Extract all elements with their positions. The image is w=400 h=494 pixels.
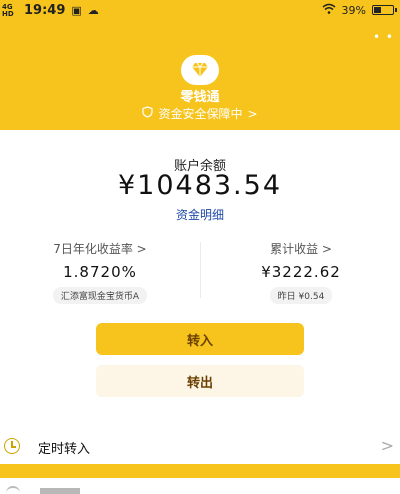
- safety-text: 资金安全保障中: [158, 107, 243, 121]
- transfer-in-button[interactable]: 转入: [96, 323, 304, 355]
- battery-percent: 39%: [341, 3, 366, 17]
- scheduled-transfer-label: 定时转入: [38, 442, 91, 457]
- stat-divider: [200, 242, 201, 298]
- chevron-right-icon: >: [380, 436, 394, 455]
- next-row: [0, 478, 400, 494]
- diamond-icon: [181, 55, 219, 85]
- more-menu-icon[interactable]: • •: [373, 30, 394, 44]
- yield-stat[interactable]: 7日年化收益率 > 1.8720% 汇添富现金宝货币A: [10, 240, 190, 304]
- fund-detail-link[interactable]: 资金明细: [0, 206, 400, 223]
- product-name: 零钱通: [180, 90, 220, 105]
- yesterday-income-tag: 昨日 ¥0.54: [269, 287, 333, 304]
- shield-icon: [142, 106, 154, 121]
- safety-link[interactable]: 资金安全保障中 >: [0, 105, 400, 122]
- transfer-out-button[interactable]: 转出: [96, 365, 304, 397]
- income-stat[interactable]: 累计收益 > ¥3222.62 昨日 ¥0.54: [212, 240, 390, 304]
- section-divider: [0, 464, 400, 478]
- yield-value: 1.8720%: [63, 263, 137, 281]
- cloud-icon: ☁: [87, 4, 99, 17]
- status-bar: 4G HD 19:49 ▣ ☁ 39%: [0, 0, 400, 22]
- balance-amount: ¥10483.54: [117, 170, 282, 201]
- fund-name-tag: 汇添富现金宝货币A: [52, 287, 148, 304]
- status-time: 19:49: [24, 3, 66, 18]
- header: 4G HD 19:49 ▣ ☁ 39% • • 零钱通 资金安全保障中 >: [0, 0, 400, 130]
- next-row-text: [40, 488, 80, 494]
- income-value: ¥3222.62: [261, 263, 341, 281]
- scheduled-transfer-row[interactable]: 定时转入 >: [0, 428, 400, 464]
- income-title: 累计收益 >: [270, 242, 332, 256]
- yield-title: 7日年化收益率 >: [53, 242, 147, 256]
- battery-icon: [372, 5, 397, 15]
- chevron-right-icon: >: [247, 106, 258, 121]
- notification-icon: ▣: [71, 4, 82, 17]
- clock-icon: [4, 438, 20, 454]
- next-row-icon: [6, 486, 20, 494]
- wifi-icon: [322, 3, 336, 17]
- network-indicator: 4G HD: [2, 2, 14, 18]
